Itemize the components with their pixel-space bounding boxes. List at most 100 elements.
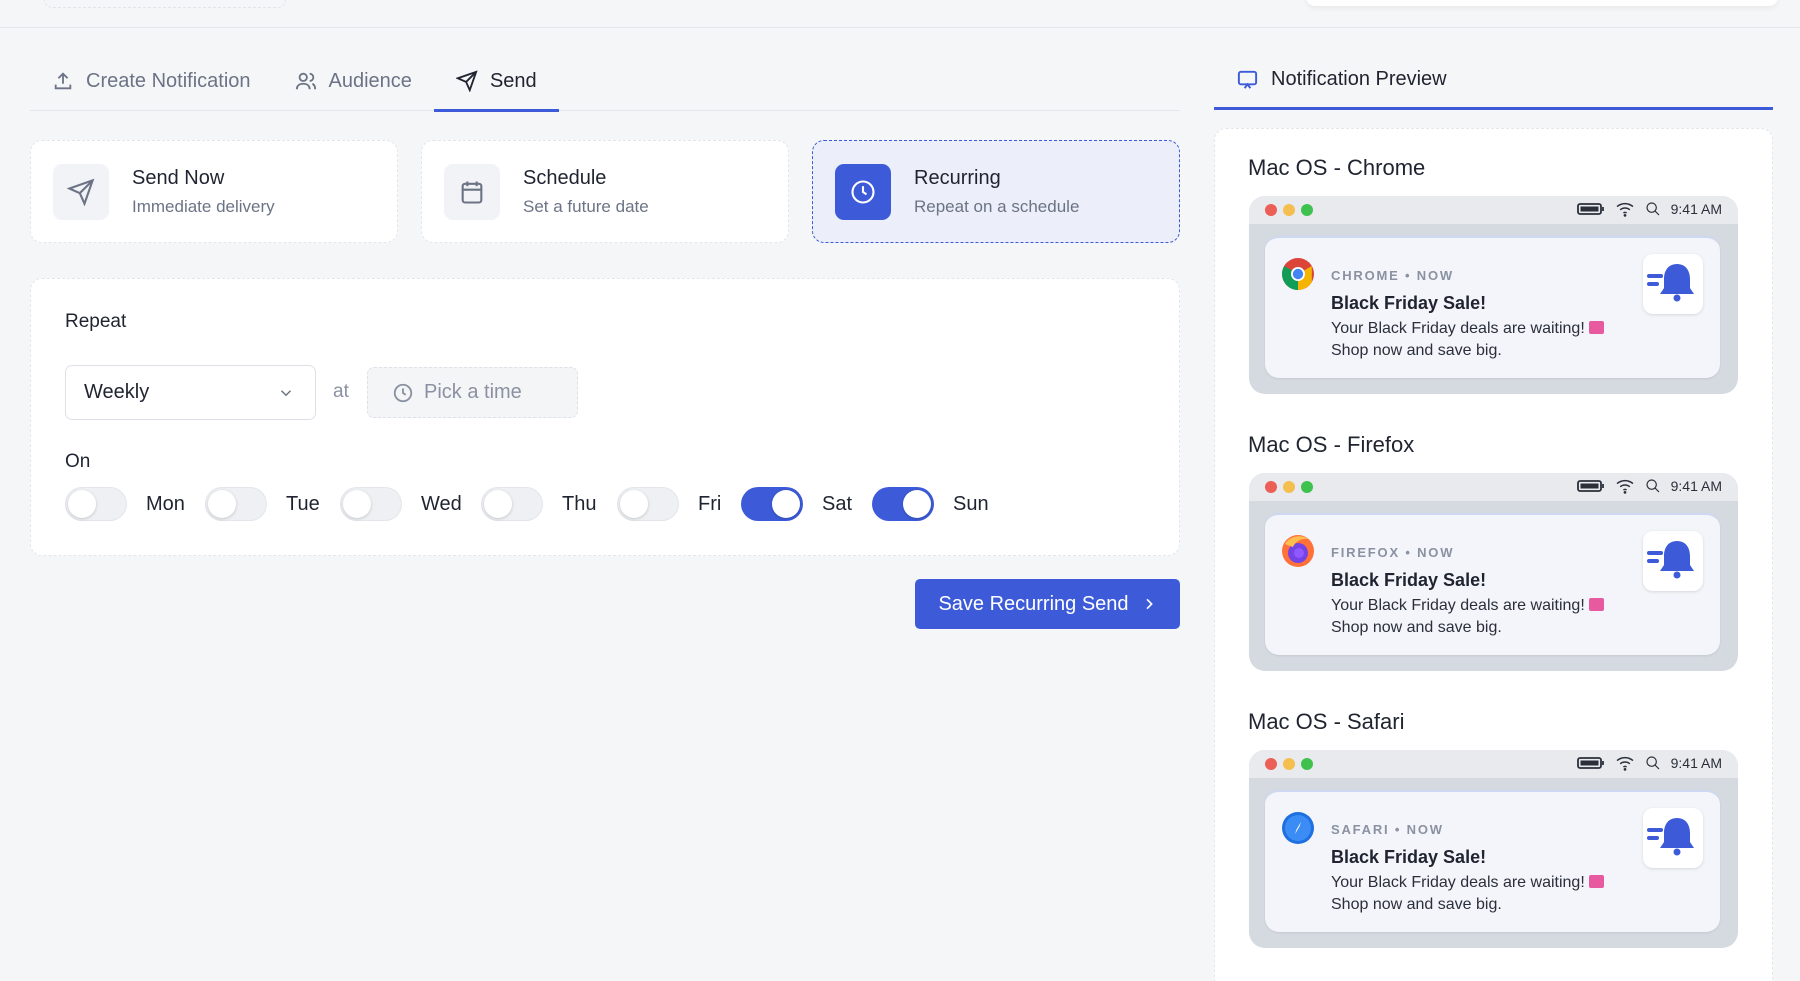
upload-icon [54, 72, 72, 90]
search-icon [1646, 202, 1660, 216]
system-tray: 9:41 AM [1576, 201, 1722, 217]
notification-body-line2: Shop now and save big. [1331, 342, 1502, 359]
time-picker[interactable]: Pick a time [367, 367, 578, 418]
traffic-lights [1265, 481, 1313, 493]
menu-bar: 9:41 AM [1249, 196, 1738, 224]
mode-title: Schedule [523, 166, 607, 189]
repeat-label: Repeat [65, 311, 127, 332]
clock-text: 9:41 AM [1670, 478, 1722, 494]
chevron-right-icon [1145, 598, 1153, 610]
notification-source: FIREFOX • NOW [1331, 545, 1455, 560]
mac-window-firefox: 9:41 AM FIREFOX • NOW Black Friday Sale!… [1249, 473, 1738, 671]
day-label: Tue [286, 492, 320, 515]
day-toggle-fri: Fri [617, 487, 721, 521]
preview-tab-label: Notification Preview [1271, 68, 1447, 90]
mode-subtitle: Immediate delivery [132, 196, 275, 216]
toggle-switch[interactable] [617, 487, 679, 521]
on-label: On [65, 451, 91, 472]
notification-title: Black Friday Sale! [1331, 293, 1487, 313]
toggle-switch[interactable] [340, 487, 402, 521]
notification-title: Black Friday Sale! [1331, 570, 1487, 590]
wifi-icon [1616, 756, 1634, 771]
mode-card-recurring[interactable]: Recurring Repeat on a schedule [812, 140, 1180, 243]
battery-icon [1576, 757, 1604, 769]
battery-icon [1576, 203, 1604, 215]
search-icon [1646, 479, 1660, 493]
system-tray: 9:41 AM [1576, 755, 1722, 771]
tab-notification-preview[interactable]: Notification Preview [1214, 52, 1773, 110]
save-button-label: Save Recurring Send [938, 592, 1129, 615]
toggle-switch[interactable] [205, 487, 267, 521]
day-toggle-sat: Sat [741, 487, 852, 521]
notification-body-line1: Your Black Friday deals are waiting! [1331, 597, 1604, 615]
clock-icon [393, 383, 413, 402]
top-bar [0, 0, 1800, 28]
notification-title: Black Friday Sale! [1331, 847, 1487, 867]
users-icon [295, 72, 316, 90]
traffic-lights [1265, 758, 1313, 770]
bell-icon [1643, 254, 1703, 314]
safari-icon [1282, 812, 1314, 844]
time-placeholder: Pick a time [424, 381, 522, 403]
notification-body-line2: Shop now and save big. [1331, 619, 1502, 636]
notification-card[interactable]: CHROME • NOW Black Friday Sale! Your Bla… [1265, 236, 1720, 378]
tab-audience[interactable]: Audience [273, 52, 434, 110]
day-label: Thu [562, 492, 597, 515]
day-toggle-mon: Mon [65, 487, 185, 521]
toggle-switch[interactable] [481, 487, 543, 521]
tab-bar: Create Notification Audience Send [30, 52, 1180, 112]
mode-card-send-now[interactable]: Send Now Immediate delivery [30, 140, 398, 243]
preview-title-safari: Mac OS - Safari [1248, 709, 1405, 734]
gift-icon [1588, 598, 1604, 611]
menu-bar: 9:41 AM [1249, 750, 1738, 778]
notification-body-line2: Shop now and save big. [1331, 896, 1502, 913]
notification-body-line1: Your Black Friday deals are waiting! [1331, 320, 1604, 338]
bell-icon [1643, 531, 1703, 591]
repeat-panel: Repeat Weekly at Pick a time On Mon Tue … [30, 278, 1180, 556]
save-recurring-send-button[interactable]: Save Recurring Send [915, 579, 1180, 629]
day-toggle-thu: Thu [481, 487, 596, 521]
tab-create-notification[interactable]: Create Notification [30, 52, 273, 110]
clock-icon [835, 163, 891, 220]
search-icon [1646, 756, 1660, 770]
day-toggle-wed: Wed [340, 487, 462, 521]
clock-text: 9:41 AM [1670, 201, 1722, 217]
gift-icon [1588, 875, 1604, 888]
toggle-switch[interactable] [741, 487, 803, 521]
traffic-lights [1265, 204, 1313, 216]
clock-text: 9:41 AM [1670, 755, 1722, 771]
wifi-icon [1616, 479, 1634, 494]
day-label: Sun [953, 492, 989, 515]
chevron-down-icon [280, 389, 292, 396]
send-icon [53, 163, 109, 220]
mode-title: Recurring [914, 166, 1001, 189]
top-left-field[interactable] [44, 0, 286, 8]
mode-card-schedule[interactable]: Schedule Set a future date [421, 140, 789, 243]
notification-source: SAFARI • NOW [1331, 822, 1444, 837]
toggle-switch[interactable] [65, 487, 127, 521]
top-right-field[interactable] [1306, 0, 1778, 6]
mode-subtitle: Repeat on a schedule [914, 196, 1080, 216]
preview-title-chrome: Mac OS - Chrome [1248, 155, 1426, 180]
day-label: Fri [698, 492, 722, 515]
mode-title: Send Now [132, 166, 225, 189]
day-toggle-tue: Tue [205, 487, 320, 521]
chrome-icon [1282, 258, 1314, 290]
calendar-icon [444, 163, 500, 220]
menu-bar: 9:41 AM [1249, 473, 1738, 501]
notification-body-line1: Your Black Friday deals are waiting! [1331, 874, 1604, 892]
tab-label: Audience [328, 69, 412, 92]
battery-icon [1576, 480, 1604, 492]
frequency-select[interactable]: Weekly [65, 365, 316, 420]
mac-window-chrome: 9:41 AM CHROME • NOW Black Friday Sale! … [1249, 196, 1738, 394]
day-label: Mon [146, 492, 185, 515]
notification-card[interactable]: FIREFOX • NOW Black Friday Sale! Your Bl… [1265, 513, 1720, 655]
preview-title-firefox: Mac OS - Firefox [1248, 432, 1415, 457]
day-label: Sat [822, 492, 853, 515]
tab-send[interactable]: Send [433, 52, 559, 112]
gift-icon [1588, 321, 1604, 334]
toggle-switch[interactable] [872, 487, 934, 521]
notification-card[interactable]: SAFARI • NOW Black Friday Sale! Your Bla… [1265, 790, 1720, 932]
monitor-icon [1237, 70, 1258, 89]
day-toggle-sun: Sun [872, 487, 989, 521]
